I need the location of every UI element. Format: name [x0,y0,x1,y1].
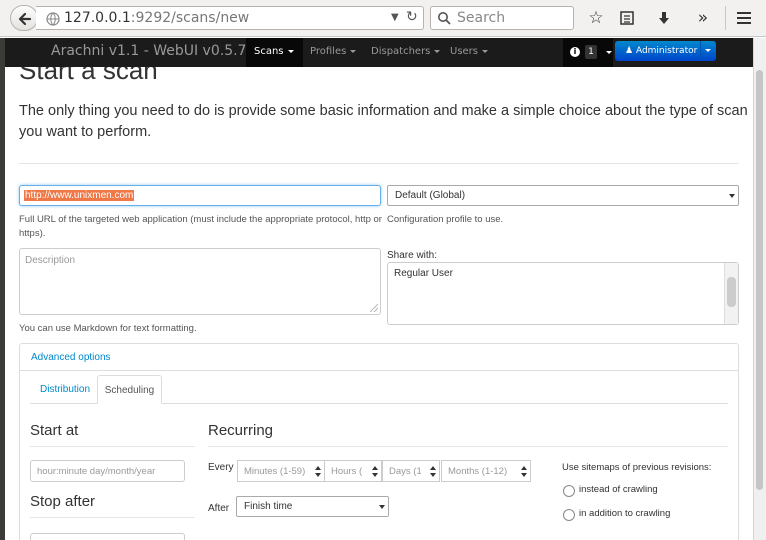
spin-up-icon[interactable] [372,466,378,470]
arrow-left-icon [18,12,32,26]
divider [19,163,739,164]
search-icon [438,12,451,25]
bookmark-star-icon[interactable]: ☆ [585,7,607,29]
hours-placeholder: Hours (1-23) [331,466,363,477]
chevron-down-icon [729,194,735,198]
back-button[interactable] [10,5,38,31]
share-with-select[interactable]: Regular User [387,262,739,325]
url-dropdown-icon[interactable]: ▼ [391,12,399,23]
sitemap-label: Use sitemaps of previous revisions: [562,462,712,473]
browser-search-input[interactable]: Search [430,6,574,30]
notification-badge: 1 [585,45,597,59]
days-placeholder: Days (1-31) [389,466,421,477]
user-dropdown-toggle[interactable] [700,41,716,61]
start-at-placeholder: hour:minute day/month/year [37,466,156,477]
nav-users-label: Users [450,46,479,57]
description-textarea[interactable]: Description [19,248,381,315]
url-path: :9292/scans/new [130,10,250,26]
caret-down-icon [606,51,612,54]
caret-down-icon [434,49,441,53]
every-minutes-input[interactable]: Minutes (1-59) [237,460,325,482]
caret-down-icon [482,49,489,53]
stop-after-divider [30,517,195,518]
advanced-options-toggle[interactable]: Advanced options [31,352,111,363]
profile-help: Configuration profile to use. [387,214,504,225]
advanced-panel-header: Advanced options [20,344,738,371]
caret-down-icon [705,49,711,52]
spin-down-icon[interactable] [430,473,436,477]
nav-profiles-label: Profiles [310,46,347,57]
stop-after-title: Stop after [30,493,96,510]
spin-down-icon[interactable] [372,473,378,477]
nav-scans[interactable]: Scans [254,46,294,57]
radio-in-addition-to-crawling[interactable] [563,509,575,521]
every-days-input[interactable]: Days (1-31) [382,460,440,482]
recurring-divider [208,446,728,447]
brand-title[interactable]: Arachni v1.1 - WebUI v0.5.7 [51,43,246,59]
nav-profiles[interactable]: Profiles [310,46,357,57]
start-at-divider [30,446,195,447]
radio-instead-of-crawling[interactable] [563,485,575,497]
overflow-chevron-icon[interactable]: » [692,7,714,29]
every-months-input[interactable]: Months (1-12) [441,460,531,482]
browser-toolbar: 127.0.0.1:9292/scans/new ▼ ↻ Search ☆ » [0,0,766,37]
resize-grip-icon[interactable] [370,304,378,312]
url-help: Full URL of the targeted web application… [19,214,382,239]
radio-label-instead: instead of crawling [579,484,658,495]
url-host: 127.0.0.1 [64,10,131,26]
download-icon[interactable] [653,7,675,29]
start-at-input[interactable]: hour:minute day/month/year [30,460,185,482]
share-scrollbar[interactable] [724,263,738,324]
every-hours-input[interactable]: Hours (1-23) [324,460,382,482]
user-label: Administrator [635,46,698,56]
after-label: After [208,503,230,514]
info-icon: i [570,47,580,57]
spin-down-icon[interactable] [315,473,321,477]
months-placeholder: Months (1-12) [448,466,508,477]
toolbar-separator [725,6,726,30]
user-button[interactable]: ♟ Administrator [615,41,700,61]
spin-up-icon[interactable] [315,466,321,470]
description-help: You can use Markdown for text formatting… [19,323,197,334]
globe-icon [46,12,60,26]
url-text[interactable]: 127.0.0.1:9292/scans/new [64,10,249,26]
radio-label-addition: in addition to crawling [579,508,671,519]
after-select[interactable]: Finish time [236,496,389,517]
menu-hamburger-icon[interactable] [733,7,755,29]
search-placeholder: Search [457,10,506,26]
spin-down-icon[interactable] [521,473,527,477]
description-placeholder: Description [25,255,76,266]
spin-up-icon[interactable] [521,466,527,470]
minutes-placeholder: Minutes (1-59) [244,466,306,477]
recurring-title: Recurring [208,422,274,439]
share-label: Share with: [387,250,438,261]
caret-down-icon [287,49,294,53]
page-lead: The only thing you need to do is provide… [19,103,748,140]
start-at-title: Start at [30,422,79,439]
stop-after-input[interactable] [30,533,185,540]
reload-icon[interactable]: ↻ [406,9,418,25]
url-bar[interactable]: 127.0.0.1:9292/scans/new ▼ ↻ [36,6,424,30]
profile-select[interactable]: Default (Global) [387,185,739,206]
window-edge [0,38,5,540]
tab-scheduling[interactable]: Scheduling [97,375,162,404]
url-input[interactable]: http://www.unixmen.com [19,185,381,206]
nav-dispatchers[interactable]: Dispatchers [371,46,441,57]
url-input-value: http://www.unixmen.com [24,190,135,201]
profile-selected: Default (Global) [395,190,466,201]
bookmarks-list-icon[interactable] [616,7,638,29]
top-navbar: Arachni v1.1 - WebUI v0.5.7 Scans Profil… [5,38,753,67]
nav-scans-label: Scans [254,46,284,57]
after-selected: Finish time [244,501,293,512]
chevron-down-icon [379,505,385,509]
nav-dispatchers-label: Dispatchers [371,46,431,57]
spin-up-icon[interactable] [430,466,436,470]
tab-distribution[interactable]: Distribution [30,375,100,404]
every-label: Every [208,462,234,473]
nav-users[interactable]: Users [450,46,489,57]
user-icon: ♟ [625,46,634,56]
caret-down-icon [350,49,357,53]
share-option[interactable]: Regular User [394,268,453,279]
page-scrollbar-thumb[interactable] [756,70,763,490]
